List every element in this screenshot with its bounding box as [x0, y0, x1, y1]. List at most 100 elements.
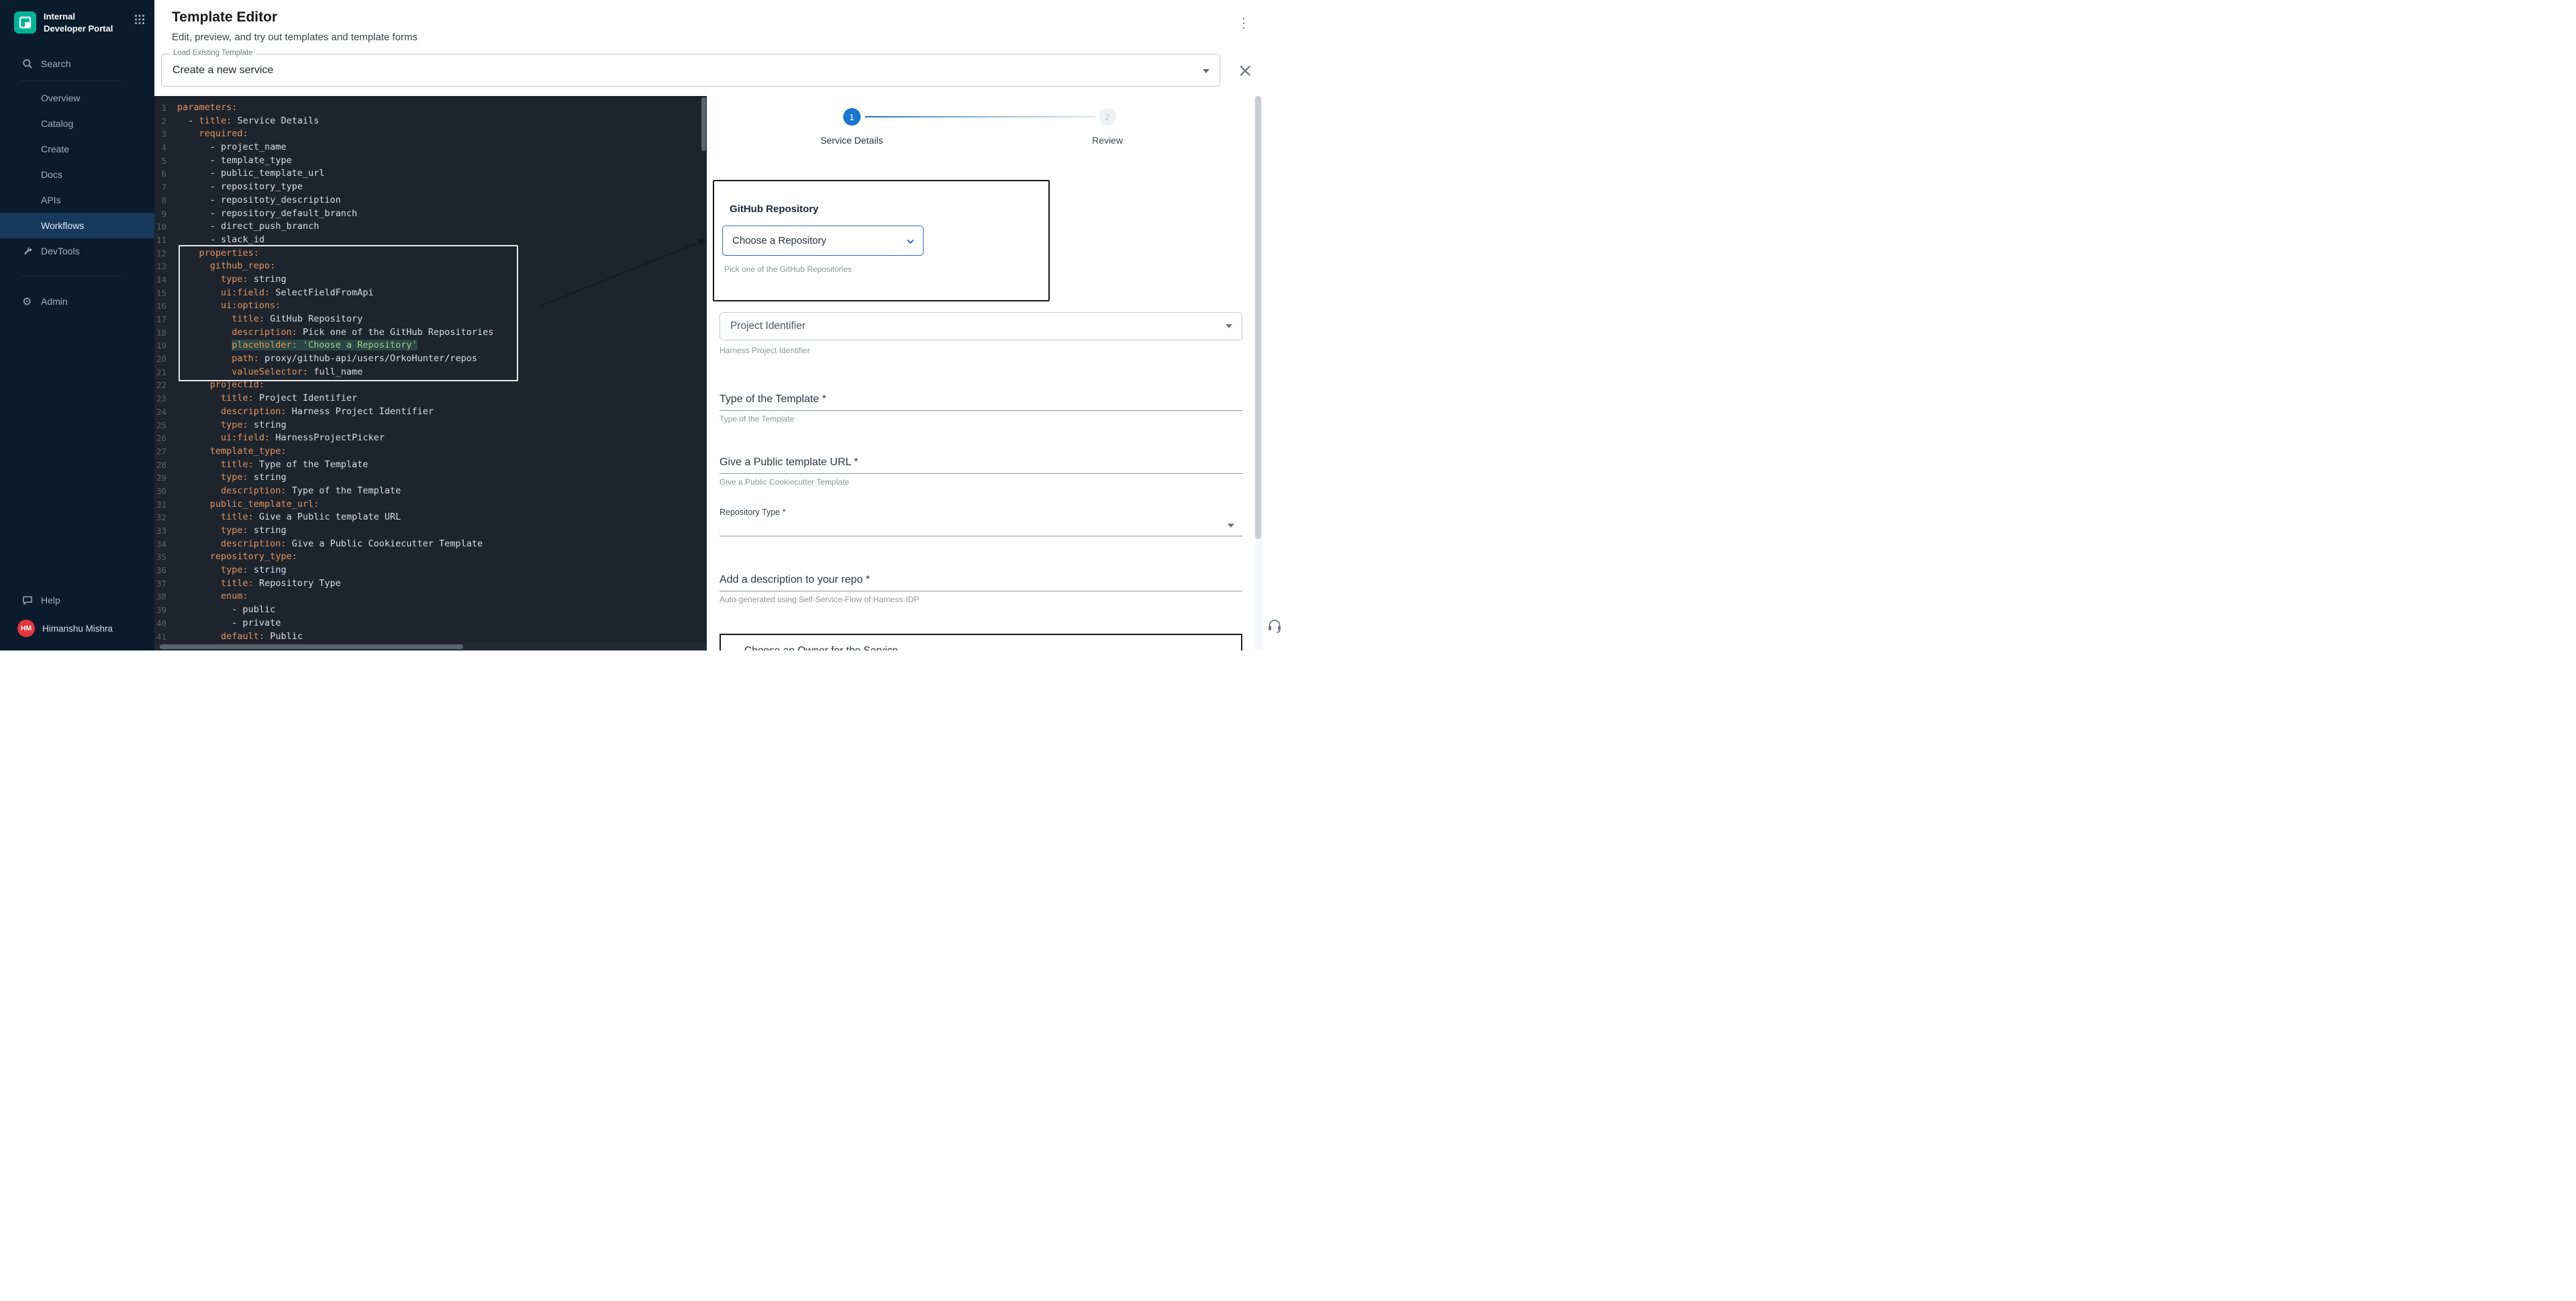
step-review[interactable]: 2 Review: [1092, 108, 1123, 146]
sidebar-item-devtools[interactable]: DevTools: [0, 238, 154, 264]
scrollbar-thumb[interactable]: [701, 97, 706, 151]
chevron-down-icon: [1203, 69, 1209, 73]
line-number: 15: [154, 287, 177, 300]
sidebar-item-help[interactable]: Help: [0, 587, 154, 613]
load-existing-template-select[interactable]: Load Existing Template Create a new serv…: [161, 54, 1220, 87]
app-root: Internal Developer Portal Search: [0, 0, 1288, 650]
line-number: 10: [154, 220, 177, 234]
line-number: 19: [154, 339, 177, 352]
line-number: 1: [154, 101, 177, 115]
code-line: 39 - public: [154, 604, 707, 617]
sidebar-item-overview[interactable]: Overview: [0, 85, 154, 111]
more-options-icon[interactable]: ⋮: [1237, 15, 1250, 43]
line-number: 38: [154, 590, 177, 604]
line-number: 5: [154, 154, 177, 168]
template-type-field[interactable]: Type of the Template * Type of the Templ…: [720, 393, 1242, 424]
line-number: 6: [154, 167, 177, 181]
code-line: 19 placeholder: 'Choose a Repository': [154, 339, 707, 352]
code-line: 40 - private: [154, 617, 707, 630]
code-line: 8 - repositoty_description: [154, 194, 707, 207]
help-chat-icon: [22, 595, 33, 606]
code-line: 26 ui:field: HarnessProjectPicker: [154, 432, 707, 445]
owner-label: Choose an Owner for the Service: [744, 645, 898, 650]
line-number: 39: [154, 604, 177, 617]
line-number: 27: [154, 445, 177, 459]
scrollbar-thumb[interactable]: [160, 644, 463, 649]
template-type-helper: Type of the Template: [720, 414, 1242, 424]
chevron-down-icon: [1226, 324, 1232, 328]
code-line: 38 enum:: [154, 590, 707, 604]
line-number: 4: [154, 141, 177, 154]
sidebar-item-label: Workflows: [41, 220, 84, 231]
code-line: 16 ui:options:: [154, 299, 707, 313]
user-menu[interactable]: HM Himanshu Mishra: [0, 613, 154, 650]
sidebar-item-apis[interactable]: APIs: [0, 187, 154, 213]
repo-description-field[interactable]: Add a description to your repo * Auto-ge…: [720, 574, 1242, 604]
code-line: 41 default: Public: [154, 630, 707, 644]
code-line: 18 description: Pick one of the GitHub R…: [154, 326, 707, 340]
page-scrollbar[interactable]: [1254, 96, 1262, 650]
code-line: 12 properties:: [154, 247, 707, 260]
public-template-url-helper: Give a Public Cookiecutter Template: [720, 477, 1242, 487]
public-template-url-field[interactable]: Give a Public template URL * Give a Publ…: [720, 456, 1242, 487]
line-number: 40: [154, 617, 177, 630]
code-line: 17 title: GitHub Repository: [154, 313, 707, 326]
template-form-preview: 1 Service Details 2 Review GitHub Reposi…: [707, 96, 1254, 650]
step-label: Service Details: [820, 135, 883, 146]
code-line: 4 - project_name: [154, 141, 707, 154]
line-number: 16: [154, 299, 177, 313]
line-number: 37: [154, 577, 177, 591]
code-line: 32 title: Give a Public template URL: [154, 511, 707, 524]
sidebar-item-admin[interactable]: ⚙ Admin: [0, 289, 154, 314]
sidebar-item-catalog[interactable]: Catalog: [0, 111, 154, 136]
line-number: 11: [154, 234, 177, 247]
sidebar-item-label: Catalog: [41, 118, 73, 129]
line-number: 21: [154, 366, 177, 379]
sidebar-item-create[interactable]: Create: [0, 136, 154, 162]
help-label: Help: [41, 595, 60, 606]
yaml-editor[interactable]: 1parameters:2 - title: Service Details3 …: [154, 96, 707, 650]
code-line: 23 title: Project Identifier: [154, 392, 707, 405]
right-gutter: [1262, 96, 1288, 650]
code-line: 13 github_repo:: [154, 260, 707, 273]
github-repository-label: GitHub Repository: [730, 203, 1048, 215]
admin-label: Admin: [41, 296, 68, 307]
main-header: Template Editor Edit, preview, and try o…: [154, 0, 1288, 43]
editor-vertical-scrollbar[interactable]: [701, 96, 707, 650]
line-number: 30: [154, 485, 177, 498]
sidebar: Internal Developer Portal Search: [0, 0, 154, 650]
close-icon[interactable]: ×: [1238, 61, 1253, 80]
step-label: Review: [1092, 135, 1123, 146]
editor-horizontal-scrollbar[interactable]: [154, 643, 707, 650]
code-line: 31 public_template_url:: [154, 498, 707, 512]
github-repository-value: Choose a Repository: [732, 235, 826, 246]
repository-type-select[interactable]: Repository Type *: [720, 508, 1242, 536]
chevron-down-icon: [905, 236, 915, 246]
apps-grid-icon[interactable]: [134, 14, 145, 28]
sidebar-item-docs[interactable]: Docs: [0, 162, 154, 187]
code-line: 1parameters:: [154, 101, 707, 115]
support-headset-icon[interactable]: [1267, 618, 1283, 637]
line-number: 22: [154, 379, 177, 392]
sidebar-item-search[interactable]: Search: [0, 52, 154, 75]
step-service-details[interactable]: 1 Service Details: [820, 108, 883, 146]
sidebar-item-label: DevTools: [41, 246, 80, 256]
code-line: 29 type: string: [154, 471, 707, 485]
project-identifier-helper: Harness Project Identifier: [720, 346, 810, 355]
code-line: 3 required:: [154, 128, 707, 141]
line-number: 28: [154, 459, 177, 472]
search-icon: [22, 58, 33, 69]
line-number: 12: [154, 247, 177, 260]
chevron-down-icon: [1228, 524, 1234, 528]
sidebar-nav: Overview Catalog CreateDocsAPIs Workflows De…: [0, 85, 154, 264]
code-line: 9 - repository_default_branch: [154, 207, 707, 221]
github-repository-select[interactable]: Choose a Repository: [722, 226, 924, 256]
line-number: 34: [154, 538, 177, 551]
sidebar-item-workflows[interactable]: Workflows: [0, 213, 154, 238]
code-line: 33 type: string: [154, 524, 707, 538]
line-number: 23: [154, 392, 177, 405]
code-line: 35 repository_type:: [154, 550, 707, 564]
project-identifier-select[interactable]: Project Identifier: [720, 312, 1242, 340]
scrollbar-thumb[interactable]: [1255, 96, 1261, 539]
owner-section: Choose an Owner for the Service: [720, 634, 1242, 650]
